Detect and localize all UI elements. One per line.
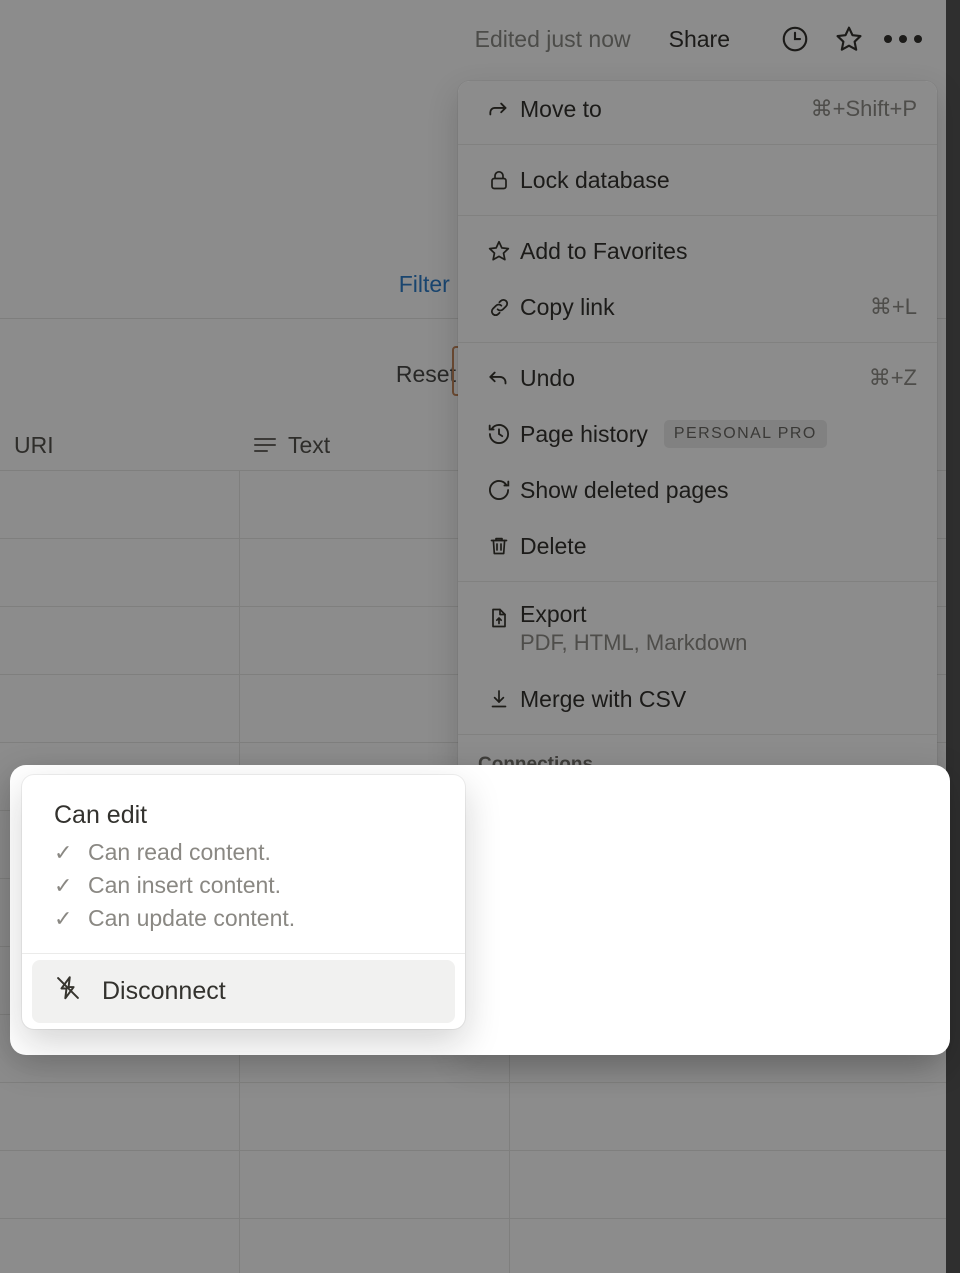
restore-icon bbox=[478, 477, 520, 503]
disconnect-bolt-icon bbox=[54, 974, 82, 1009]
arrow-move-icon bbox=[478, 96, 520, 122]
menu-item-label: Page history bbox=[520, 421, 648, 448]
check-icon: ✓ bbox=[54, 873, 72, 899]
plan-badge: PERSONAL PRO bbox=[664, 420, 827, 448]
disconnect-button[interactable]: Disconnect bbox=[32, 960, 455, 1023]
menu-item-sublabel: PDF, HTML, Markdown bbox=[520, 630, 747, 656]
disconnect-label: Disconnect bbox=[102, 977, 226, 1006]
permission-item: ✓ Can read content. bbox=[22, 836, 465, 869]
clock-history-icon bbox=[478, 421, 520, 447]
menu-item-show-deleted-pages[interactable]: Show deleted pages bbox=[458, 462, 937, 518]
menu-divider bbox=[458, 215, 937, 216]
screen: Edited just now Share Filter So Reset bbox=[0, 0, 960, 1273]
permission-label: Can update content. bbox=[88, 905, 295, 932]
lock-icon bbox=[478, 168, 520, 192]
export-icon bbox=[478, 601, 520, 635]
menu-item-label: Undo bbox=[520, 365, 859, 392]
menu-item-export[interactable]: Export PDF, HTML, Markdown bbox=[458, 589, 937, 671]
menu-divider bbox=[458, 342, 937, 343]
window-right-edge bbox=[946, 0, 960, 1273]
popover-title: Can edit bbox=[22, 775, 465, 836]
permission-label: Can read content. bbox=[88, 839, 271, 866]
permission-item: ✓ Can update content. bbox=[22, 902, 465, 935]
permission-item: ✓ Can insert content. bbox=[22, 869, 465, 902]
menu-item-label: Lock database bbox=[520, 167, 917, 194]
check-icon: ✓ bbox=[54, 840, 72, 866]
permission-label: Can insert content. bbox=[88, 872, 281, 899]
menu-item-delete[interactable]: Delete bbox=[458, 518, 937, 574]
check-icon: ✓ bbox=[54, 906, 72, 932]
connection-permissions-popover: Can edit ✓ Can read content. ✓ Can inser… bbox=[22, 775, 465, 1029]
menu-item-label: Copy link bbox=[520, 294, 860, 321]
menu-item-page-history[interactable]: Page history PERSONAL PRO bbox=[458, 406, 937, 462]
menu-item-copy-link[interactable]: Copy link ⌘+L bbox=[458, 279, 937, 335]
menu-item-shortcut: ⌘+L bbox=[860, 294, 917, 320]
menu-item-move-to[interactable]: Move to ⌘+Shift+P bbox=[458, 81, 937, 137]
menu-item-label: Move to bbox=[520, 96, 801, 123]
download-icon bbox=[478, 687, 520, 711]
menu-item-merge-with-csv[interactable]: Merge with CSV bbox=[458, 671, 937, 727]
star-icon bbox=[478, 238, 520, 264]
menu-divider bbox=[458, 144, 937, 145]
menu-divider bbox=[458, 734, 937, 735]
menu-item-label: Show deleted pages bbox=[520, 477, 917, 504]
menu-item-label: Export bbox=[520, 601, 747, 628]
menu-item-shortcut: ⌘+Z bbox=[859, 365, 917, 391]
menu-item-lock-database[interactable]: Lock database bbox=[458, 152, 937, 208]
link-icon bbox=[478, 295, 520, 320]
menu-item-label: Add to Favorites bbox=[520, 238, 917, 265]
menu-item-shortcut: ⌘+Shift+P bbox=[801, 96, 917, 122]
menu-item-label: Merge with CSV bbox=[520, 686, 917, 713]
menu-item-undo[interactable]: Undo ⌘+Z bbox=[458, 350, 937, 406]
trash-icon bbox=[478, 534, 520, 558]
menu-item-label: Delete bbox=[520, 533, 917, 560]
undo-icon bbox=[478, 365, 520, 391]
menu-divider bbox=[458, 581, 937, 582]
popover-divider bbox=[22, 953, 465, 954]
menu-item-add-to-favorites[interactable]: Add to Favorites bbox=[458, 223, 937, 279]
